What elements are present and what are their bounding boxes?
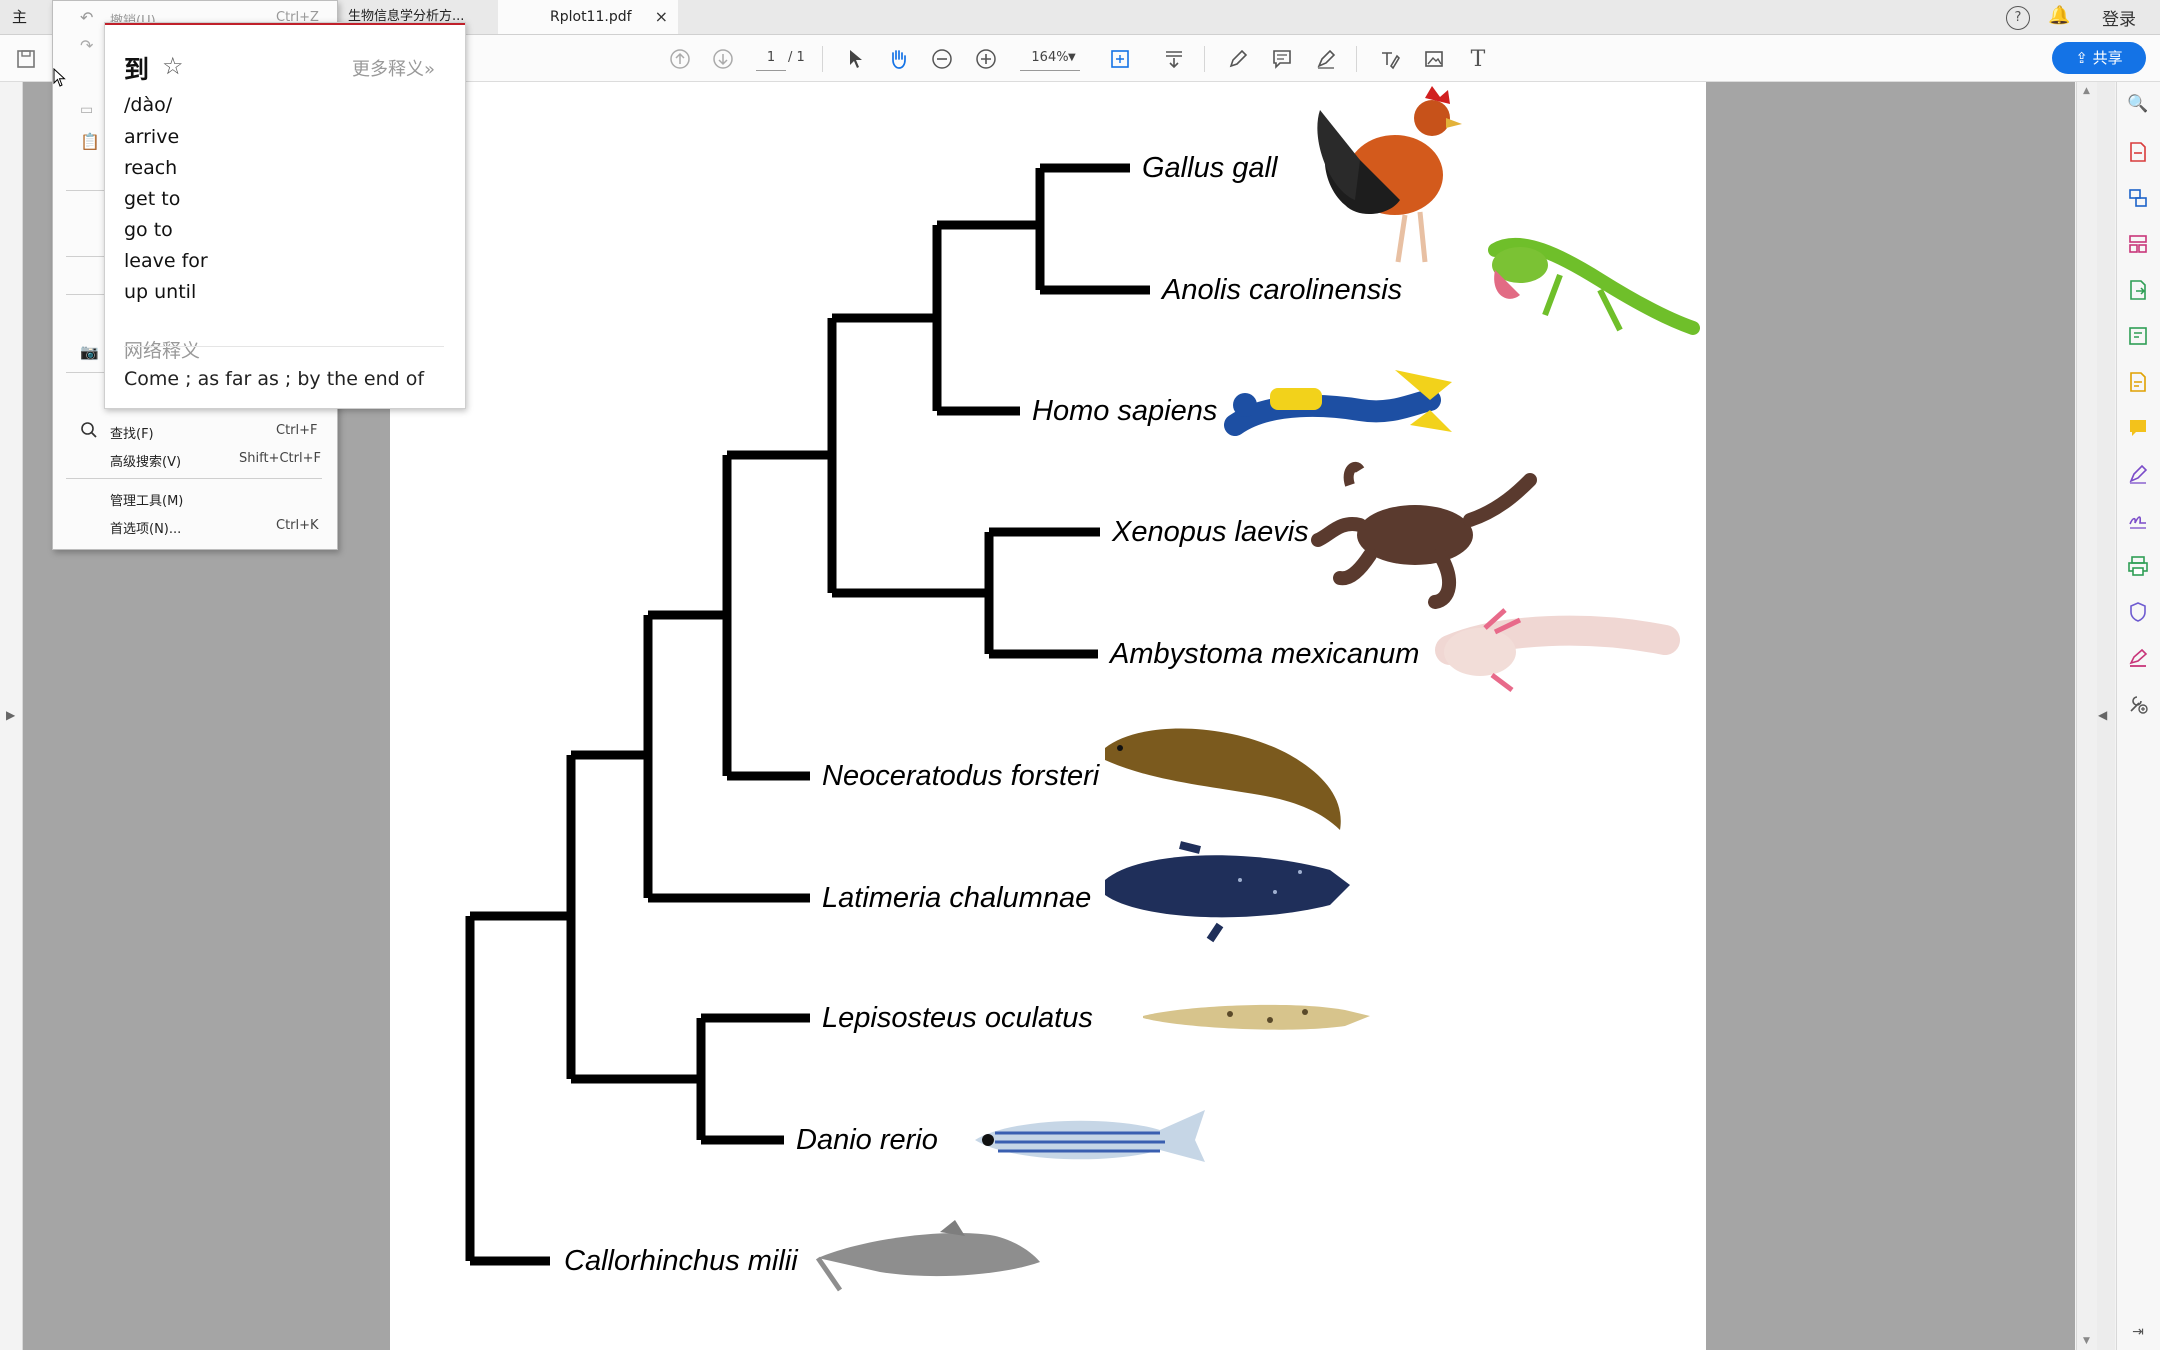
menu-item-label: 高级搜索(V)	[110, 455, 182, 470]
mouse-cursor-icon	[53, 68, 66, 87]
menu-shortcut: Ctrl+K	[276, 518, 319, 533]
web-definition-heading: 网络释义	[124, 340, 201, 362]
more-definitions-link[interactable]: 更多释义»	[352, 55, 435, 81]
lizard-image	[1488, 237, 1700, 335]
species-label: Homo sapiens	[1032, 395, 1218, 427]
lungfish-image	[1105, 728, 1341, 830]
headword: 到	[124, 55, 150, 84]
species-label: Anolis carolinensis	[1162, 274, 1403, 306]
web-definition: Come ; as far as ; by the end of	[124, 368, 425, 390]
menu-item-label: 管理工具(M)	[110, 494, 184, 509]
species-label: Latimeria chalumnae	[822, 882, 1092, 914]
zebrafish-image	[975, 1110, 1205, 1162]
snapshot-camera-icon: 📷	[80, 343, 99, 361]
cut-icon: ▭	[80, 102, 94, 118]
meaning-item: up until	[124, 281, 197, 303]
species-label: Ambystoma mexicanum	[1110, 638, 1420, 670]
gar-image	[1143, 1004, 1370, 1030]
undo-icon: ↶	[80, 8, 94, 27]
menu-item-label: 首选项(N)...	[110, 522, 182, 537]
frog-image	[1311, 461, 1537, 609]
menu-item-advanced-search[interactable]: 高级搜索(V)	[110, 451, 181, 470]
species-label: Callorhinchus milii	[564, 1245, 798, 1277]
species-label: Danio rerio	[796, 1124, 938, 1156]
species-label: Gallus gall	[1142, 152, 1278, 184]
meaning-item: get to	[124, 188, 181, 210]
species-label: Xenopus laevis	[1112, 516, 1309, 548]
menu-item-label: 查找(F)	[110, 427, 154, 442]
menu-shortcut: Shift+Ctrl+F	[239, 451, 321, 466]
meaning-item: arrive	[124, 126, 180, 148]
meaning-item: reach	[124, 157, 178, 179]
menu-item-find[interactable]: 查找(F)	[110, 423, 154, 442]
elephant-shark-image	[815, 1220, 1040, 1292]
menu-item-preferences[interactable]: 首选项(N)...	[110, 518, 181, 537]
menu-item-manage-tools[interactable]: 管理工具(M)	[110, 490, 183, 509]
clipboard-icon: 📋	[80, 132, 100, 151]
coelacanth-image	[1105, 841, 1350, 943]
meaning-item: leave for	[124, 250, 208, 272]
axolotl-image	[1435, 608, 1680, 692]
pronunciation: /dào/	[124, 94, 173, 116]
menu-separator	[66, 478, 322, 479]
diver-image	[1224, 370, 1452, 436]
meaning-item: go to	[124, 219, 173, 241]
redo-icon: ↷	[80, 36, 94, 55]
species-label: Lepisosteus oculatus	[822, 1002, 1093, 1034]
popup-accent-line	[105, 23, 465, 25]
favorite-star-icon[interactable]: ☆	[162, 52, 184, 80]
rooster-image	[1317, 86, 1462, 263]
search-icon	[80, 421, 98, 443]
menu-shortcut: Ctrl+F	[276, 423, 318, 438]
species-label: Neoceratodus forsteri	[822, 760, 1100, 792]
